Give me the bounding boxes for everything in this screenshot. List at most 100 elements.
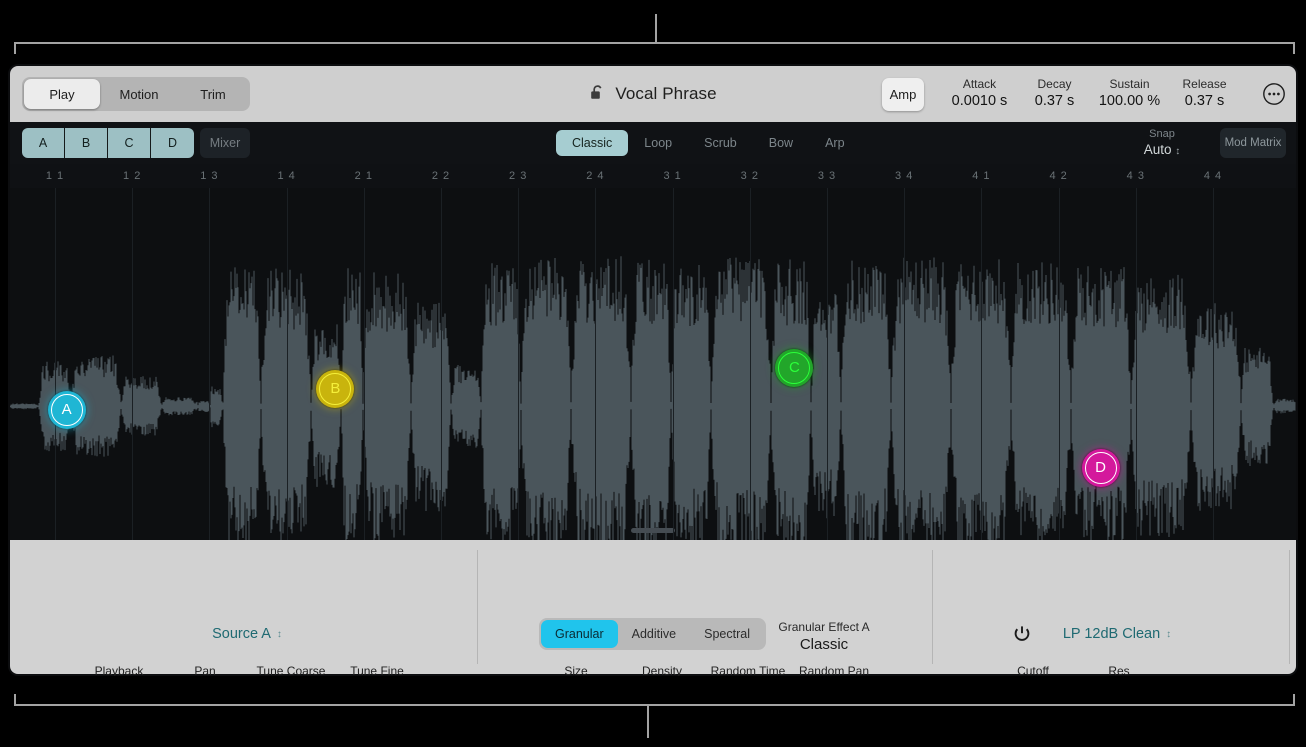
waveform-marker-b[interactable]: B <box>316 369 355 408</box>
source-slot-group: A B C D <box>22 128 194 158</box>
engine-additive[interactable]: Additive <box>618 620 690 648</box>
granular-effect-label: Granular Effect A <box>778 620 870 634</box>
grid-line <box>1213 188 1214 540</box>
knob-res[interactable]: Res <box>1076 664 1162 676</box>
source-selector[interactable]: Source A ↕ <box>212 626 282 642</box>
grid-line <box>209 188 211 540</box>
knob-pan-label: Pan <box>194 664 216 676</box>
marker-label: B <box>330 380 341 398</box>
snap-value[interactable]: Auto ↕ <box>1125 141 1199 160</box>
knob-playback-speed-label: Playback Speed <box>94 664 144 676</box>
grid-line <box>55 188 56 540</box>
timeline-ruler[interactable]: 1 1 1 2 1 3 1 4 2 1 2 2 2 3 2 4 3 1 3 2 3 3 3 4 4 1 4… <box>10 164 1296 188</box>
knob-cutoff[interactable]: Cutoff <box>990 664 1076 676</box>
grid-line <box>904 188 906 540</box>
ellipsis-circle-icon[interactable] <box>1262 82 1286 106</box>
knob-res-label: Res <box>1108 664 1130 676</box>
marker-label: C <box>789 359 800 377</box>
chevron-updown-icon: ↕ <box>276 628 282 640</box>
mod-matrix-button[interactable]: Mod Matrix <box>1220 128 1286 158</box>
waveform-display[interactable]: A B C D <box>10 188 1296 540</box>
grid-line <box>1058 188 1060 540</box>
grid-line <box>749 188 751 540</box>
ruler-tick: 2 4 <box>586 170 605 182</box>
play-mode-classic[interactable]: Classic <box>556 130 629 156</box>
play-mode-bow[interactable]: Bow <box>753 130 809 156</box>
play-mode-arp[interactable]: Arp <box>809 130 860 156</box>
snap-control[interactable]: Snap Auto ↕ <box>1125 127 1199 160</box>
mixer-button[interactable]: Mixer <box>200 128 250 158</box>
tab-motion[interactable]: Motion <box>100 79 178 109</box>
knob-tune-coarse[interactable]: Tune Coarse <box>248 664 334 676</box>
knob-tune-fine-label: Tune Fine <box>350 664 404 676</box>
granular-effect-value: Classic <box>799 636 849 653</box>
panel-resize-handle[interactable] <box>631 528 675 533</box>
play-mode-loop[interactable]: Loop <box>628 130 688 156</box>
tab-play[interactable]: Play <box>24 79 100 109</box>
knob-tune-coarse-label: Tune Coarse <box>256 664 326 676</box>
envelope-attack[interactable]: Attack 0.0010 s <box>942 77 1017 111</box>
knob-random-pan[interactable]: Random Pan <box>791 664 877 676</box>
waveform-marker-a[interactable]: A <box>47 390 86 429</box>
ruler-tick: 1 3 <box>200 170 219 182</box>
amp-button[interactable]: Amp <box>882 77 924 111</box>
filter-knob-group: Cutoff Res <box>990 664 1162 676</box>
ruler-tick: 1 2 <box>123 170 142 182</box>
envelope-decay[interactable]: Decay 0.37 s <box>1017 77 1092 111</box>
engine-spectral[interactable]: Spectral <box>690 620 764 648</box>
envelope-sustain[interactable]: Sustain 100.00 % <box>1092 77 1167 111</box>
knob-tune-fine[interactable]: Tune Fine <box>334 664 420 676</box>
ruler-tick: 4 1 <box>972 170 991 182</box>
power-icon[interactable] <box>1013 625 1031 643</box>
granular-effect-readout[interactable]: Granular Effect A Classic <box>778 620 869 654</box>
envelope-release-value: 0.37 s <box>1184 93 1225 109</box>
ruler-tick: 4 2 <box>1049 170 1068 182</box>
waveform-marker-c[interactable]: C <box>775 348 814 387</box>
plugin-header: Play Motion Trim Vocal Phrase Amp Attack… <box>10 66 1296 122</box>
knob-density[interactable]: Density <box>619 664 705 676</box>
knob-cutoff-label: Cutoff <box>1017 664 1049 676</box>
plugin-window: Play Motion Trim Vocal Phrase Amp Attack… <box>8 64 1298 676</box>
knob-density-label: Density <box>641 664 682 676</box>
source-slot-c[interactable]: C <box>108 128 151 158</box>
source-slot-d[interactable]: D <box>151 128 194 158</box>
knob-size[interactable]: Size <box>533 664 619 676</box>
snap-value-text: Auto <box>1143 142 1172 157</box>
panel-divider-3 <box>1289 550 1290 664</box>
knob-playback-speed[interactable]: Playback Speed <box>76 664 162 676</box>
grid-line <box>132 188 134 540</box>
panel-divider-2 <box>932 550 933 664</box>
envelope-attack-value: 0.0010 s <box>951 93 1008 109</box>
envelope-sustain-value: 100.00 % <box>1098 93 1161 109</box>
annotation-bracket-bottom <box>14 694 1295 706</box>
grid-line <box>363 188 365 540</box>
filter-type-selector[interactable]: LP 12dB Clean ↕ <box>1063 626 1171 642</box>
ruler-tick: 3 2 <box>740 170 759 182</box>
waveform-marker-d[interactable]: D <box>1081 448 1120 487</box>
view-mode-segmented-control[interactable]: Play Motion Trim <box>22 77 250 111</box>
play-mode-scrub[interactable]: Scrub <box>688 130 753 156</box>
marker-label: D <box>1095 459 1106 477</box>
plugin-toolbar: A B C D Mixer Classic Loop Scrub Bow Arp… <box>10 122 1296 164</box>
ruler-tick: 2 1 <box>354 170 373 182</box>
grid-line <box>672 188 674 540</box>
unlocked-padlock-icon[interactable] <box>589 84 606 102</box>
engine-granular[interactable]: Granular <box>541 620 618 648</box>
marker-label: A <box>61 401 72 419</box>
header-right-group: Amp Attack 0.0010 s Decay 0.37 s Sustain… <box>882 66 1286 122</box>
grid-line <box>518 188 520 540</box>
grid-line <box>595 188 597 540</box>
envelope-release[interactable]: Release 0.37 s <box>1167 77 1242 111</box>
knob-pan[interactable]: Pan <box>162 664 248 676</box>
source-slot-a[interactable]: A <box>22 128 65 158</box>
engine-type-group: Granular Additive Spectral <box>539 618 766 650</box>
ruler-tick: 1 4 <box>277 170 296 182</box>
envelope-decay-label: Decay <box>1037 77 1072 91</box>
tab-trim[interactable]: Trim <box>178 79 248 109</box>
knob-random-time[interactable]: Random Time <box>705 664 791 676</box>
knob-random-pan-label: Random Pan <box>798 664 870 676</box>
source-slot-b[interactable]: B <box>65 128 108 158</box>
panel-divider-1 <box>477 550 478 664</box>
ruler-tick: 3 1 <box>663 170 682 182</box>
page-title[interactable]: Vocal Phrase <box>615 84 716 104</box>
